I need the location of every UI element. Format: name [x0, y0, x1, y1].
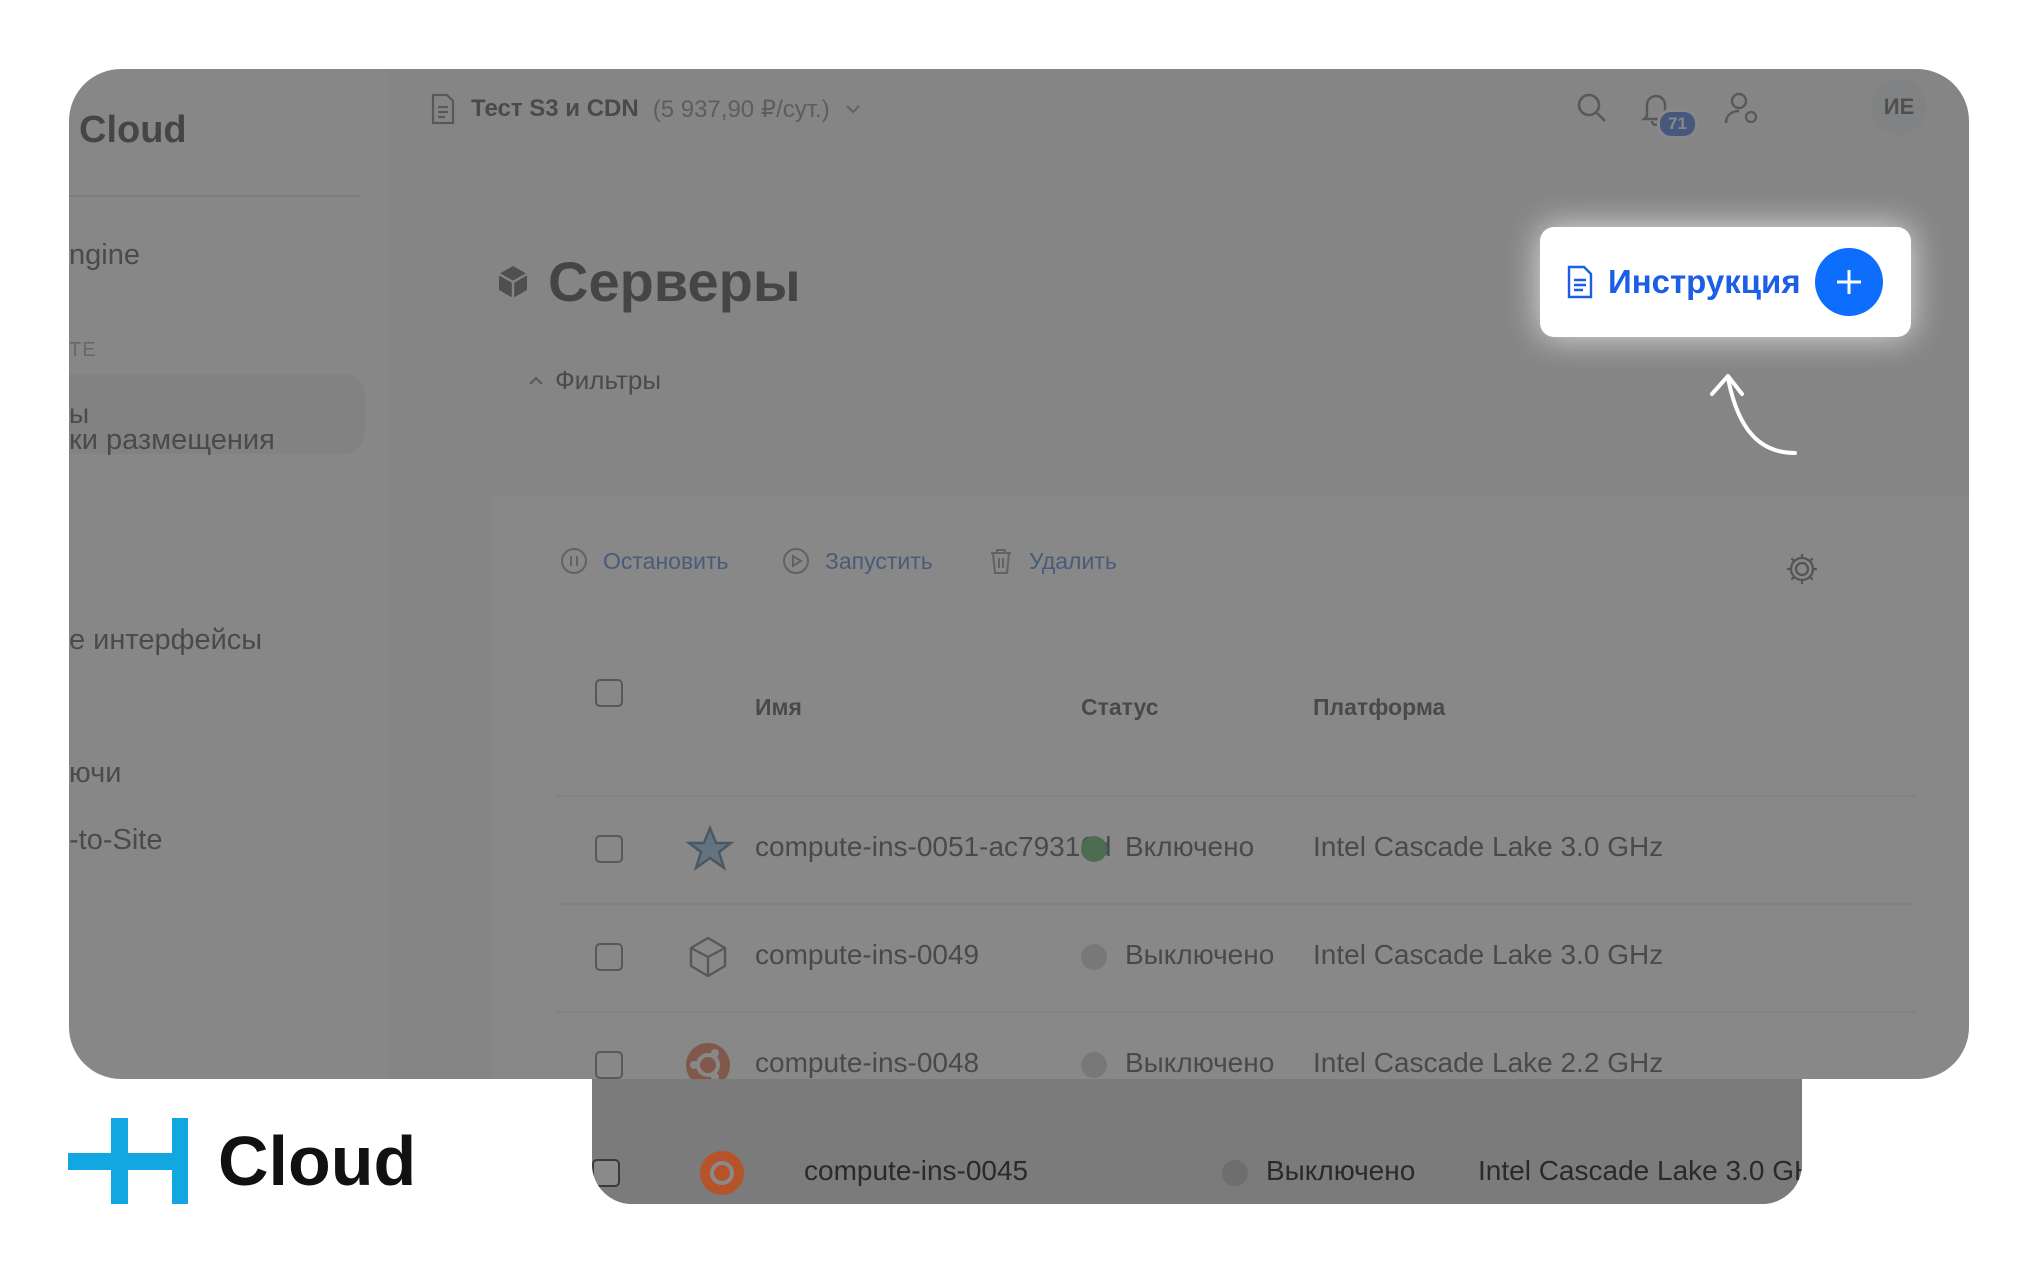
delete-button[interactable]: Удалить: [987, 546, 1117, 576]
table-row[interactable]: compute-ins-0049 Выключено Intel Cascade…: [556, 903, 1916, 1013]
table-row[interactable]: compute-ins-0051-ac79316d Включено Intel…: [556, 795, 1916, 905]
instruction-label: Инструкция: [1608, 263, 1801, 300]
column-header-status[interactable]: Статус: [1081, 694, 1159, 721]
start-button[interactable]: Запустить: [781, 546, 933, 576]
sidebar-item-site-to-site[interactable]: -to-Site: [69, 824, 162, 857]
status-dot: [1081, 1051, 1107, 1078]
chevron-down-icon: [846, 105, 860, 114]
server-cube-icon: [498, 265, 528, 298]
sidebar-item-interfaces[interactable]: е интерфейсы: [69, 624, 262, 657]
server-platform: Intel Cascade Lake 3.0 GHz: [1313, 831, 1664, 862]
ubuntu-icon: [684, 1041, 732, 1079]
status-label: Выключено: [1125, 939, 1275, 970]
filters-toggle[interactable]: Фильтры: [527, 365, 661, 396]
server-platform: Intel Cascade Lake 3.0 GHz: [1313, 939, 1664, 970]
stop-button[interactable]: Остановить: [559, 546, 729, 576]
chevron-up-icon: [529, 376, 543, 385]
gear-icon[interactable]: [1784, 551, 1820, 592]
server-name[interactable]: compute-ins-0048: [755, 1047, 979, 1079]
pause-circle-icon: [561, 548, 587, 574]
user-settings-icon[interactable]: [1721, 87, 1763, 129]
server-platform: Intel Cascade Lake 2.2 GHz: [1313, 1047, 1664, 1078]
row-checkbox[interactable]: [592, 1159, 620, 1187]
notifications-badge: 71: [1657, 109, 1698, 139]
status-label: Выключено: [1266, 1155, 1416, 1186]
app-window: Cloud ngine ТЕ ы ки размещения е интерфе…: [69, 69, 1969, 1079]
plus-icon: [1837, 270, 1861, 294]
page-title: Серверы: [496, 249, 801, 314]
delete-label: Удалить: [1029, 547, 1117, 574]
footer-logo: Cloud: [68, 1118, 416, 1204]
sidebar-item-keys[interactable]: ючи: [69, 757, 121, 790]
stop-label: Остановить: [603, 547, 729, 574]
pointer-arrow-icon: [1710, 374, 1797, 455]
bell-icon[interactable]: 71: [1635, 87, 1698, 139]
server-name[interactable]: compute-ins-0051-ac79316d: [755, 831, 1111, 863]
start-label: Запустить: [825, 547, 933, 574]
instruction-button[interactable]: Инструкция: [1540, 227, 1911, 337]
sidebar: Cloud ngine ТЕ ы ки размещения е интерфе…: [69, 69, 387, 1079]
project-cost: (5 937,90 ₽/сут.): [652, 95, 830, 123]
status-label: Включено: [1125, 831, 1255, 862]
server-status: Выключено: [1222, 1155, 1415, 1187]
cube-os-icon: [686, 935, 730, 984]
server-name[interactable]: compute-ins-0049: [755, 939, 979, 971]
status-label: Выключено: [1125, 1047, 1275, 1078]
filters-label: Фильтры: [555, 365, 662, 395]
sidebar-divider: [69, 195, 361, 197]
table-row[interactable]: compute-ins-0048 Выключено Intel Cascade…: [556, 1011, 1916, 1079]
sidebar-brand: Cloud: [79, 109, 187, 151]
server-name[interactable]: compute-ins-0045: [804, 1155, 1028, 1187]
project-name: Тест S3 и CDN: [471, 95, 639, 122]
brand-plus-logo-icon: [68, 1118, 188, 1204]
astra-star-icon: [685, 824, 735, 878]
status-dot: [1081, 943, 1107, 970]
row-checkbox[interactable]: [595, 835, 623, 863]
row-checkbox[interactable]: [595, 1051, 623, 1079]
trash-icon: [991, 549, 1011, 574]
column-header-name[interactable]: Имя: [755, 694, 802, 721]
footer-brand-text: Cloud: [218, 1122, 417, 1200]
document-icon: [1567, 265, 1593, 299]
select-all-checkbox[interactable]: [595, 679, 623, 707]
top-bar: Тест S3 и CDN (5 937,90 ₽/сут.) 71 ИЕ: [387, 69, 1969, 145]
ubuntu-icon: [698, 1149, 746, 1202]
sidebar-section-label: ТЕ: [69, 339, 97, 361]
column-header-platform[interactable]: Платформа: [1313, 694, 1445, 721]
row-checkbox[interactable]: [595, 943, 623, 971]
add-button[interactable]: [1815, 248, 1883, 316]
table-row-peek[interactable]: compute-ins-0045 Выключено Intel Cascade…: [592, 1079, 1802, 1204]
sidebar-item-engine[interactable]: ngine: [69, 239, 140, 272]
server-status: Выключено: [1081, 939, 1274, 971]
sidebar-item-placement[interactable]: ки размещения: [69, 424, 275, 457]
avatar[interactable]: ИЕ: [1871, 79, 1927, 135]
project-selector[interactable]: Тест S3 и CDN (5 937,90 ₽/сут.): [429, 89, 862, 129]
page-title-text: Серверы: [548, 250, 801, 313]
search-icon[interactable]: [1571, 87, 1613, 129]
status-dot: [1081, 835, 1107, 862]
play-circle-icon: [783, 548, 809, 574]
status-dot: [1222, 1159, 1248, 1186]
server-status: Включено: [1081, 831, 1254, 863]
server-status: Выключено: [1081, 1047, 1274, 1079]
server-platform: Intel Cascade Lake 3.0 GHz: [1478, 1155, 1802, 1186]
document-icon: [431, 93, 455, 125]
